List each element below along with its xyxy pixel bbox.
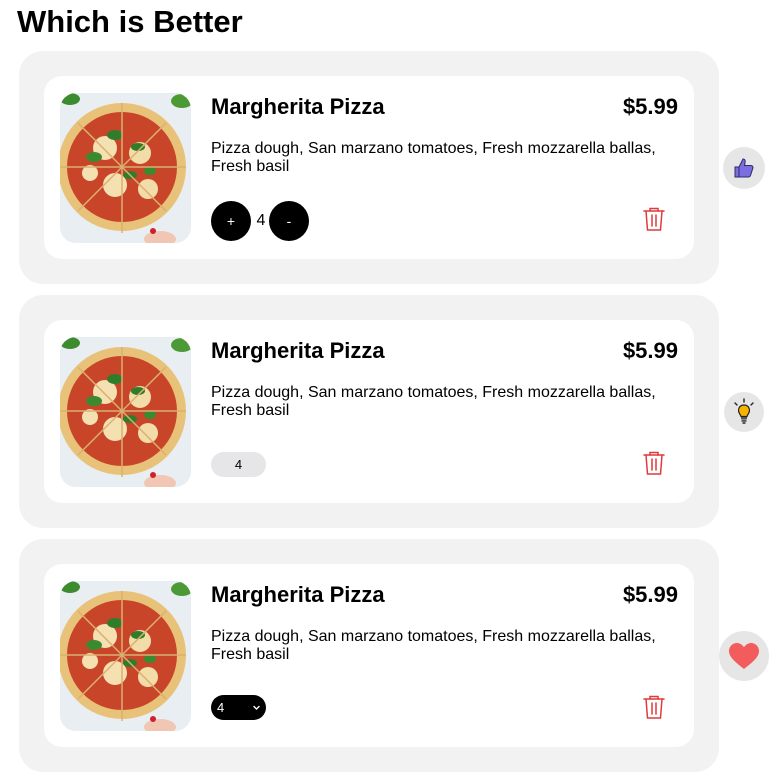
pizza-image <box>60 93 191 243</box>
trash-icon[interactable] <box>642 450 666 476</box>
quantity-value: 4 <box>256 212 266 229</box>
product-price: $5.99 <box>622 582 678 607</box>
product-description: Pizza dough, San marzano tomatoes, Fresh… <box>211 140 656 175</box>
thumbs-up-button[interactable] <box>723 147 765 189</box>
product-price: $5.99 <box>622 94 678 119</box>
trash-icon[interactable] <box>642 694 666 720</box>
product-name: Margherita Pizza <box>211 94 385 119</box>
product-description: Pizza dough, San marzano tomatoes, Fresh… <box>211 384 656 419</box>
product-card-1: Margherita Pizza $5.99 Pizza dough, San … <box>19 51 719 284</box>
trash-icon[interactable] <box>642 206 666 232</box>
product-name: Margherita Pizza <box>211 338 385 363</box>
product-card-inner: Margherita Pizza $5.99 Pizza dough, San … <box>44 320 694 503</box>
chevron-down-icon <box>253 705 260 710</box>
product-card-inner: Margherita Pizza $5.99 Pizza dough, San … <box>44 564 694 747</box>
product-card-inner: Margherita Pizza $5.99 Pizza dough, San … <box>44 76 694 259</box>
heart-button[interactable] <box>719 631 769 681</box>
pizza-image <box>60 581 191 731</box>
quantity-select-value: 4 <box>217 700 225 715</box>
lightbulb-button[interactable] <box>724 392 764 432</box>
thumbs-up-icon <box>734 158 754 178</box>
increase-quantity-button[interactable]: + <box>211 201 251 241</box>
pizza-image <box>60 337 191 487</box>
quantity-input[interactable] <box>211 452 266 477</box>
page-title: Which is Better <box>17 4 243 39</box>
product-name: Margherita Pizza <box>211 582 385 607</box>
decrease-quantity-button[interactable]: - <box>269 201 309 241</box>
quantity-select[interactable]: 4 <box>211 695 266 720</box>
product-card-2: Margherita Pizza $5.99 Pizza dough, San … <box>19 295 719 528</box>
product-description: Pizza dough, San marzano tomatoes, Fresh… <box>211 628 656 663</box>
product-card-3: Margherita Pizza $5.99 Pizza dough, San … <box>19 539 719 772</box>
product-price: $5.99 <box>622 338 678 363</box>
lightbulb-icon <box>734 398 754 424</box>
heart-icon <box>729 643 759 669</box>
